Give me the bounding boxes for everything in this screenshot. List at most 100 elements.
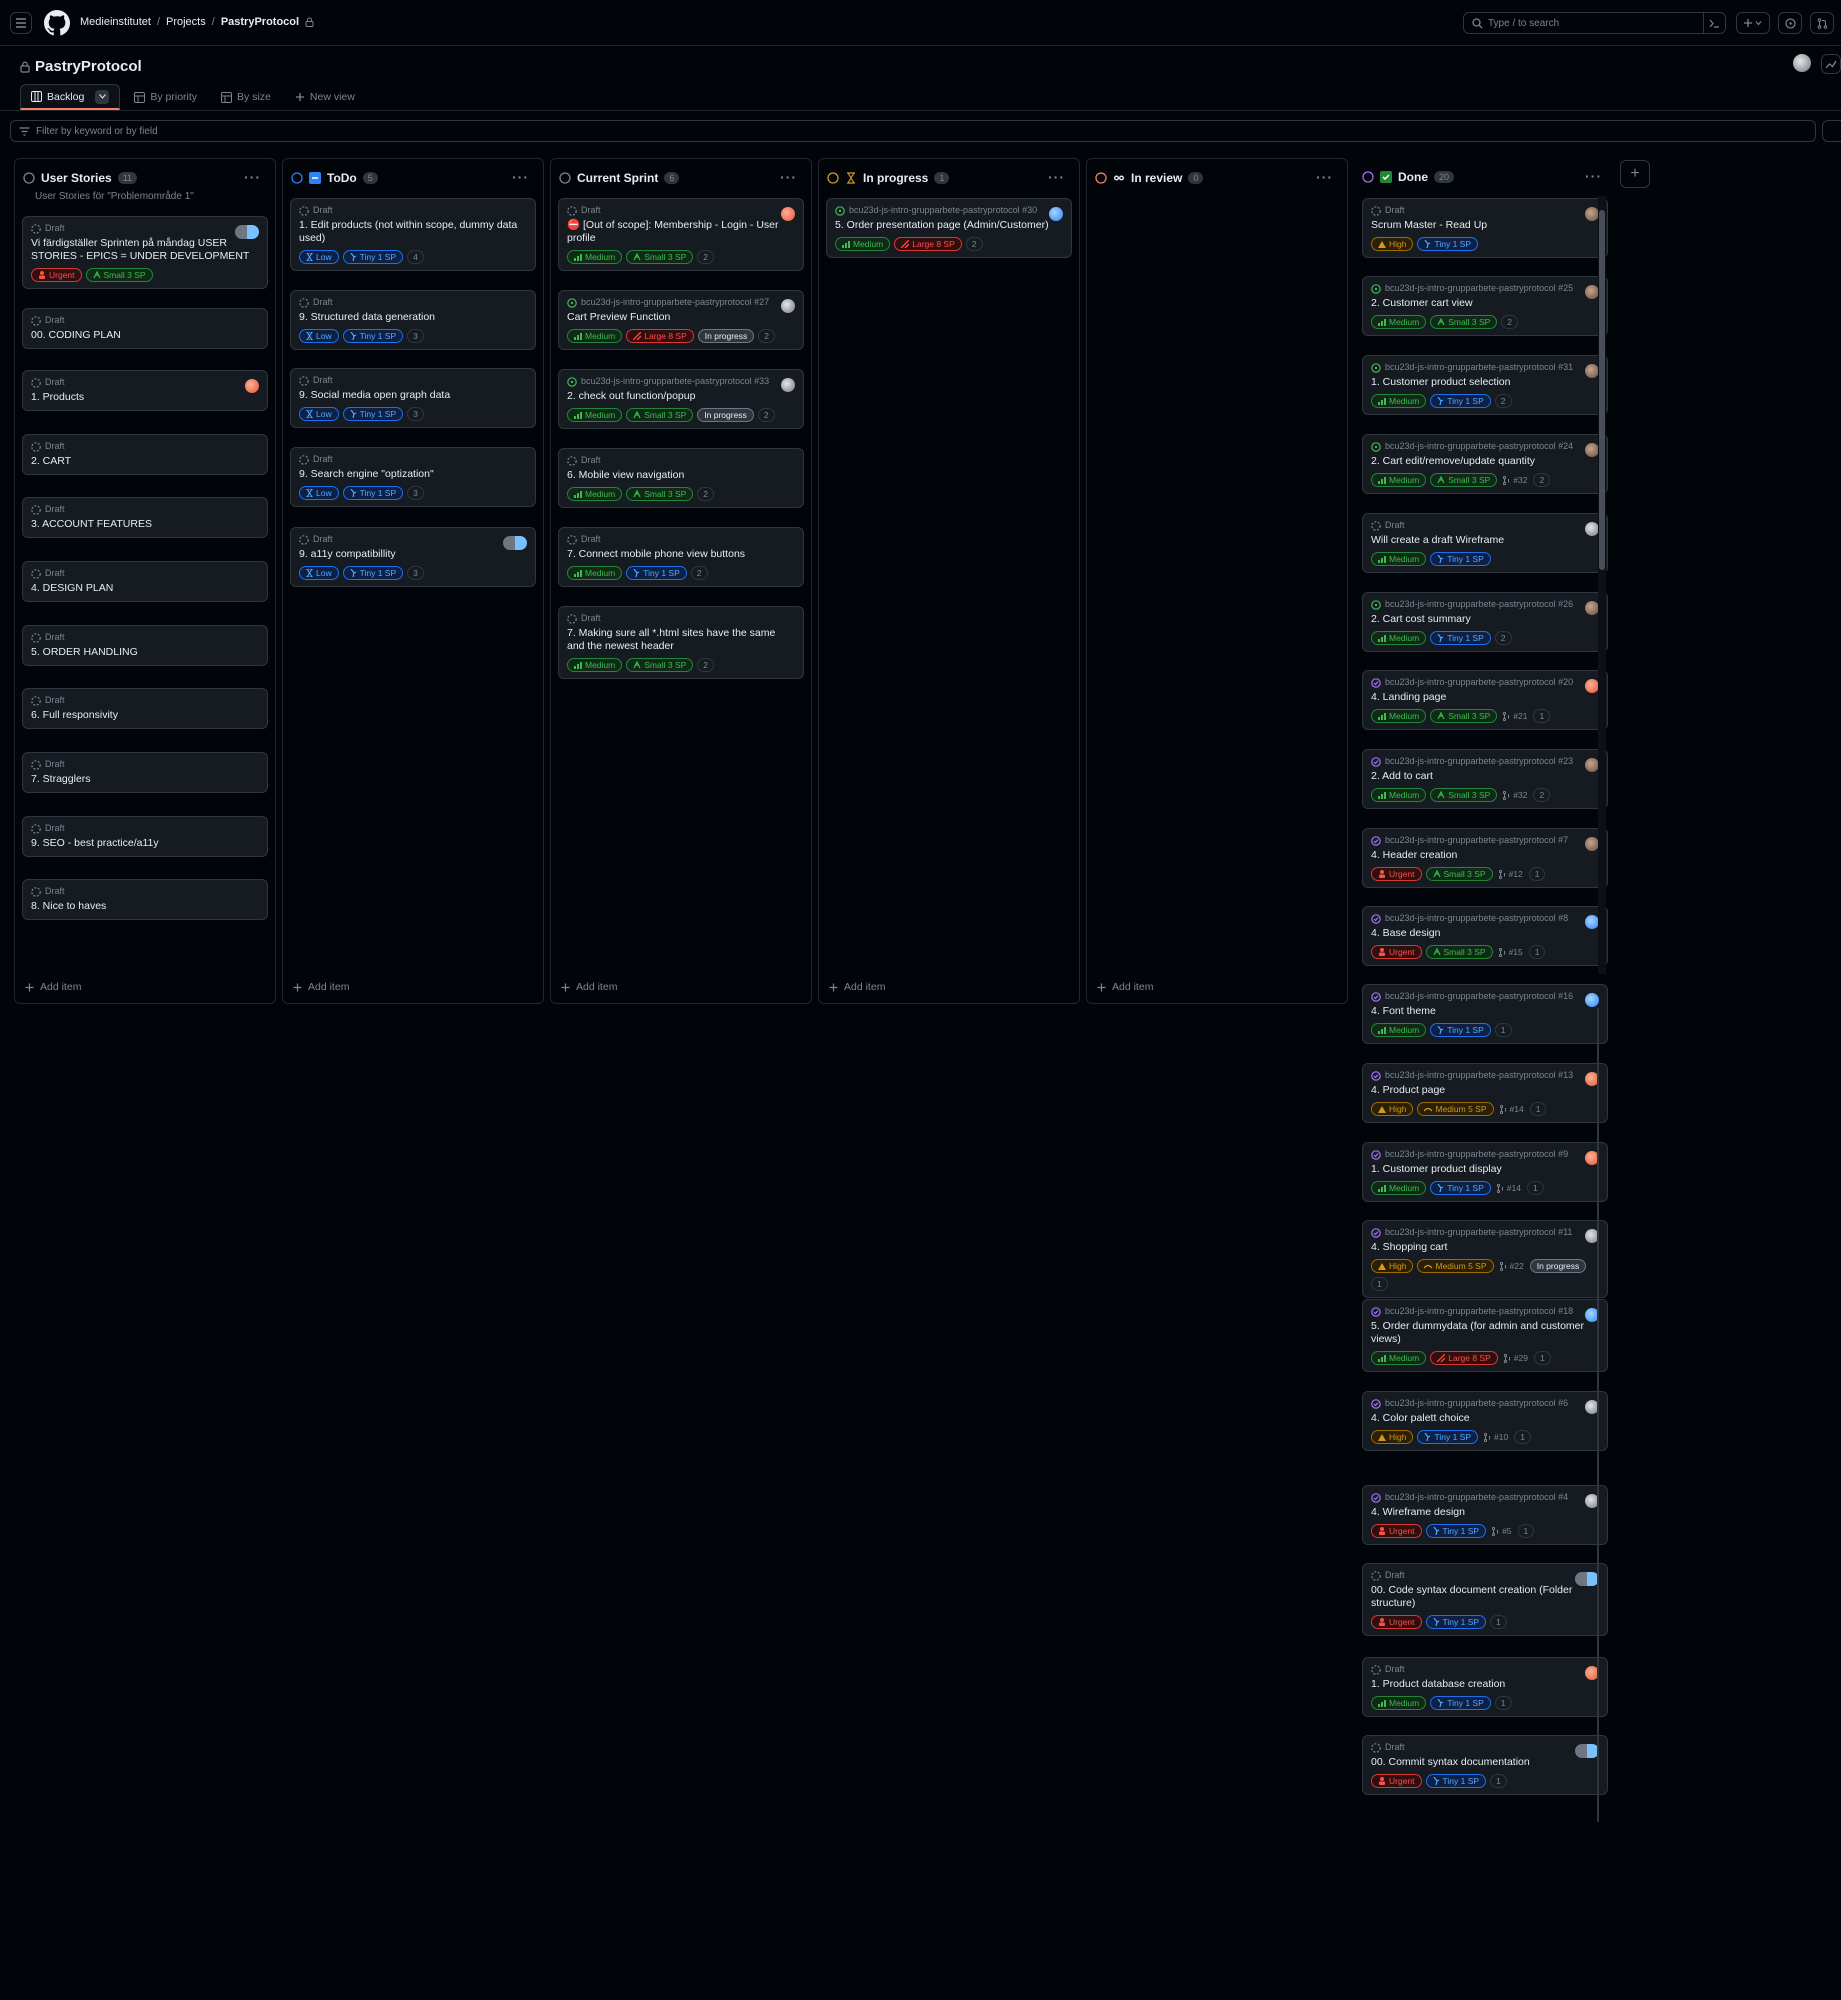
field-tag-urgent[interactable]: Urgent xyxy=(1371,1615,1422,1629)
field-tag-status[interactable]: In progress xyxy=(697,408,754,422)
card-title[interactable]: 9. SEO - best practice/a11y xyxy=(31,837,259,850)
board-card[interactable]: Draft 2. CART xyxy=(22,434,268,475)
field-tag-pr[interactable]: #14 xyxy=(1498,1102,1526,1116)
board-card[interactable]: bcu23d-js-intro-grupparbete-pastryprotoc… xyxy=(1362,670,1608,730)
field-tag-num[interactable]: 2 xyxy=(697,487,715,501)
board-card[interactable]: bcu23d-js-intro-grupparbete-pastryprotoc… xyxy=(1362,1142,1608,1202)
assignee-avatar[interactable] xyxy=(1049,207,1063,221)
board-card[interactable]: bcu23d-js-intro-grupparbete-pastryprotoc… xyxy=(1362,1485,1608,1545)
field-tag-pr[interactable]: #15 xyxy=(1497,945,1525,959)
board-card[interactable]: bcu23d-js-intro-grupparbete-pastryprotoc… xyxy=(1362,1220,1608,1298)
breadcrumb-projects[interactable]: Projects xyxy=(166,16,206,28)
field-tag-num[interactable]: 3 xyxy=(407,407,424,421)
board-card[interactable]: bcu23d-js-intro-grupparbete-pastryprotoc… xyxy=(1362,984,1608,1044)
field-tag-large[interactable]: Large 8 SP xyxy=(1430,1351,1498,1365)
field-tag-num[interactable]: 2 xyxy=(1533,788,1551,802)
field-tag-status[interactable]: In progress xyxy=(697,329,755,343)
board-card[interactable]: Draft 9. Social media open graph data Low T… xyxy=(290,368,536,428)
github-logo-icon[interactable] xyxy=(44,10,70,36)
field-tag-num[interactable]: 1 xyxy=(1514,1430,1531,1444)
board-card[interactable]: bcu23d-js-intro-grupparbete-pastryprotoc… xyxy=(1362,276,1608,336)
field-tag-tiny[interactable]: Tiny 1 SP xyxy=(1430,1023,1491,1037)
assignee-avatar[interactable] xyxy=(1585,522,1599,536)
column-menu-icon[interactable]: ··· xyxy=(1316,169,1333,185)
card-title[interactable]: 00. Code syntax document creation (Folde… xyxy=(1371,1584,1599,1610)
field-tag-small[interactable]: Small 3 SP xyxy=(626,658,694,672)
field-tag-low[interactable]: Low xyxy=(299,407,339,421)
add-item-button[interactable]: Add item xyxy=(25,981,81,993)
field-tag-urgent[interactable]: Urgent xyxy=(31,268,82,282)
board-card[interactable]: bcu23d-js-intro-grupparbete-pastryprotoc… xyxy=(1362,828,1608,888)
field-tag-large[interactable]: Large 8 SP xyxy=(626,329,694,343)
board-card[interactable]: Draft 5. ORDER HANDLING xyxy=(22,625,268,666)
card-title[interactable]: 2. Add to cart xyxy=(1371,770,1599,783)
board-card[interactable]: Draft 6. Full responsivity xyxy=(22,688,268,729)
field-tag-medium[interactable]: Medium xyxy=(1371,1023,1427,1037)
field-tag-medium[interactable]: Medium xyxy=(1371,473,1427,487)
card-title[interactable]: 4. Wireframe design xyxy=(1371,1506,1599,1519)
field-tag-num[interactable]: 3 xyxy=(407,329,424,343)
menu-icon[interactable] xyxy=(10,12,32,34)
assignee-avatar[interactable] xyxy=(1585,837,1599,851)
assignee-avatar[interactable] xyxy=(1585,285,1599,299)
field-tag-num[interactable]: 1 xyxy=(1517,1524,1535,1538)
field-tag-tiny[interactable]: Tiny 1 SP xyxy=(1425,1615,1487,1629)
field-tag-small[interactable]: Small 3 SP xyxy=(626,250,694,264)
card-title[interactable]: 5. Order presentation page (Admin/Custom… xyxy=(835,219,1063,232)
field-tag-num[interactable]: 4 xyxy=(407,250,424,264)
card-title[interactable]: 9. Search engine "optization" xyxy=(299,468,527,481)
card-title[interactable]: 2. Cart cost summary xyxy=(1371,613,1599,626)
field-tag-pr[interactable]: #32 xyxy=(1501,473,1529,487)
field-tag-num[interactable]: 1 xyxy=(1528,867,1546,881)
field-tag-num[interactable]: 1 xyxy=(1526,1181,1544,1195)
board-card[interactable]: Draft 9. SEO - best practice/a11y xyxy=(22,816,268,857)
command-palette-icon[interactable] xyxy=(1703,13,1725,33)
field-tag-pr[interactable]: #10 xyxy=(1482,1430,1510,1444)
board-card[interactable]: Draft 00. Code syntax document creation (… xyxy=(1362,1563,1608,1636)
add-item-button[interactable]: Add item xyxy=(561,981,617,993)
assignee-avatar[interactable] xyxy=(235,225,259,239)
assignee-avatar[interactable] xyxy=(503,536,527,550)
card-title[interactable]: 2. Customer cart view xyxy=(1371,297,1599,310)
card-title[interactable]: 9. a11y compatibillity xyxy=(299,548,527,561)
card-title[interactable]: 00. CODING PLAN xyxy=(31,329,259,342)
column-menu-icon[interactable]: ··· xyxy=(780,169,797,185)
board-card[interactable]: bcu23d-js-intro-grupparbete-pastryprotoc… xyxy=(1362,1063,1608,1123)
field-tag-num[interactable]: 2 xyxy=(697,250,715,264)
board-card[interactable]: Draft 00. CODING PLAN xyxy=(22,308,268,349)
field-tag-num[interactable]: 1 xyxy=(1371,1277,1388,1291)
field-tag-num[interactable]: 2 xyxy=(1494,631,1512,645)
add-item-button[interactable]: Add item xyxy=(1097,981,1153,993)
board-card[interactable]: Draft Vi färdigställer Sprinten på måndag… xyxy=(22,216,268,289)
field-tag-pr[interactable]: #12 xyxy=(1497,867,1525,881)
card-title[interactable]: 4. Header creation xyxy=(1371,849,1599,862)
field-tag-num[interactable]: 2 xyxy=(757,408,775,422)
field-tag-urgent[interactable]: Urgent xyxy=(1371,867,1422,881)
field-tag-tiny[interactable]: Tiny 1 SP xyxy=(1430,1696,1491,1710)
card-title[interactable]: 4. Color palett choice xyxy=(1371,1412,1599,1425)
board-card[interactable]: bcu23d-js-intro-grupparbete-pastryprotoc… xyxy=(1362,434,1608,494)
field-tag-medium[interactable]: Medium xyxy=(567,250,623,264)
card-title[interactable]: 4. DESIGN PLAN xyxy=(31,582,259,595)
card-title[interactable]: 4. Product page xyxy=(1371,1084,1599,1097)
field-tag-num[interactable]: 2 xyxy=(1533,473,1551,487)
board-card[interactable]: Draft 00. Commit syntax documentation Urge… xyxy=(1362,1735,1608,1795)
card-title[interactable]: 9. Social media open graph data xyxy=(299,389,527,402)
board-card[interactable]: Draft Scrum Master - Read Up High Tiny 1 SP xyxy=(1362,198,1608,258)
field-tag-num[interactable]: 3 xyxy=(407,566,424,580)
card-title[interactable]: 3. ACCOUNT FEATURES xyxy=(31,518,259,531)
breadcrumb-project[interactable]: PastryProtocol xyxy=(221,16,299,28)
board-card[interactable]: Draft 1. Products xyxy=(22,370,268,411)
issues-icon[interactable] xyxy=(1778,12,1802,34)
field-tag-tiny[interactable]: Tiny 1 SP xyxy=(1430,394,1491,408)
field-tag-num[interactable]: 1 xyxy=(1533,1351,1551,1365)
board-card[interactable]: bcu23d-js-intro-grupparbete-pastryprotoc… xyxy=(1362,1391,1608,1451)
field-tag-low[interactable]: Low xyxy=(299,329,339,343)
board-card[interactable]: Draft 9. Structured data generation Low Tin… xyxy=(290,290,536,350)
field-tag-small[interactable]: Small 3 SP xyxy=(626,408,694,422)
field-tag-medium[interactable]: Medium xyxy=(1371,631,1427,645)
card-title[interactable]: 4. Font theme xyxy=(1371,1005,1599,1018)
tab-by-size[interactable]: By size xyxy=(211,84,281,110)
field-tag-medium[interactable]: Medium xyxy=(567,408,623,422)
field-tag-medium[interactable]: Medium xyxy=(1371,394,1427,408)
